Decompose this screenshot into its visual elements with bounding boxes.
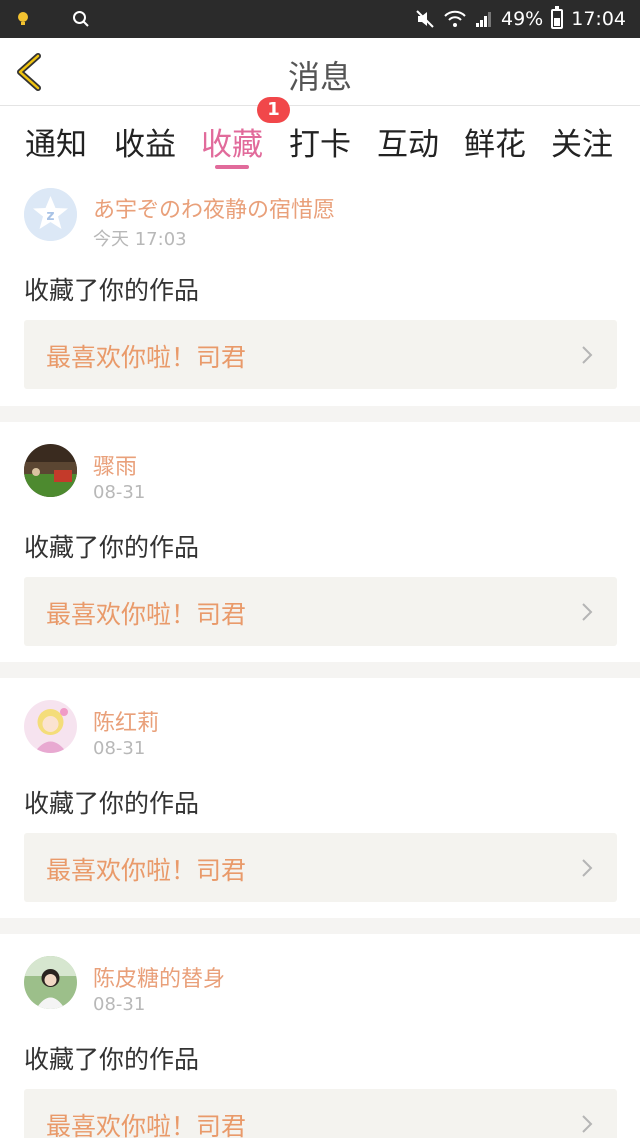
username[interactable]: 陈皮糖的替身 — [93, 961, 225, 993]
star-icon: z — [24, 188, 77, 241]
photo-avatar-image — [24, 956, 77, 1009]
tab-follow[interactable]: 关注 — [551, 119, 613, 164]
tab-earnings[interactable]: 收益 — [114, 119, 176, 164]
page-title: 消息 — [287, 58, 352, 96]
work-link[interactable]: 最喜欢你啦！司君 — [24, 320, 617, 389]
action-text: 收藏了你的作品 — [24, 1045, 200, 1074]
divider — [0, 662, 640, 678]
tab-bar: 通知 收益 收藏 打卡 互动 鲜花 关注 — [0, 107, 640, 175]
list-item: 陈皮糖的替身 08-31 收藏了你的作品 最喜欢你啦！司君 — [0, 934, 640, 1138]
work-link[interactable]: 最喜欢你啦！司君 — [24, 577, 617, 646]
chevron-right-icon — [582, 1115, 593, 1133]
work-title: 最喜欢你啦！司君 — [46, 856, 247, 885]
photo-avatar[interactable] — [24, 444, 77, 497]
list-item: 陈红莉 08-31 收藏了你的作品 最喜欢你啦！司君 — [0, 678, 640, 918]
list-item: z あ宇ぞのわ夜静の宿惜愿 今天 17:03 收藏了你的作品 最喜欢你啦！司君 — [0, 176, 640, 406]
work-link[interactable]: 最喜欢你啦！司君 — [24, 1089, 617, 1138]
action-text: 收藏了你的作品 — [24, 789, 200, 818]
photo-avatar[interactable] — [24, 956, 77, 1009]
chevron-right-icon — [582, 346, 593, 364]
wifi-icon — [444, 10, 466, 27]
anime-avatar-image — [24, 700, 77, 753]
work-title: 最喜欢你啦！司君 — [46, 1112, 247, 1138]
username[interactable]: 骤雨 — [93, 449, 137, 481]
mute-icon — [416, 10, 434, 28]
qq-default-avatar-icon[interactable]: z — [24, 188, 77, 241]
work-title: 最喜欢你啦！司君 — [46, 600, 247, 629]
tab-favorites[interactable]: 收藏 — [201, 119, 263, 164]
timestamp: 08-31 — [93, 738, 146, 759]
work-link[interactable]: 最喜欢你啦！司君 — [24, 833, 617, 902]
username[interactable]: あ宇ぞのわ夜静の宿惜愿 — [93, 192, 335, 224]
anime-avatar[interactable] — [24, 700, 77, 753]
action-text: 收藏了你的作品 — [24, 533, 200, 562]
tab-notifications[interactable]: 通知 — [25, 119, 87, 164]
clock: 17:04 — [571, 8, 626, 30]
divider — [0, 918, 640, 934]
tab-interaction[interactable]: 互动 — [377, 119, 439, 164]
divider — [0, 406, 640, 422]
active-tab-indicator — [215, 165, 249, 169]
tab-checkin[interactable]: 打卡 — [289, 119, 351, 164]
timestamp: 今天 17:03 — [93, 229, 187, 250]
search-icon — [73, 11, 89, 27]
timestamp: 08-31 — [93, 994, 146, 1015]
chevron-right-icon — [582, 859, 593, 877]
username[interactable]: 陈红莉 — [93, 705, 159, 737]
battery-icon — [551, 6, 564, 29]
work-title: 最喜欢你啦！司君 — [46, 343, 247, 372]
unread-badge: 1 — [257, 97, 290, 123]
notification-bulb-icon — [18, 12, 28, 25]
timestamp: 08-31 — [93, 482, 146, 503]
photo-avatar-image — [24, 444, 77, 497]
signal-icon — [476, 12, 491, 27]
status-bar: 49% 17:04 — [0, 0, 640, 38]
tab-flowers[interactable]: 鲜花 — [464, 119, 526, 164]
action-text: 收藏了你的作品 — [24, 276, 200, 305]
header: 消息 — [0, 38, 640, 106]
list-item: 骤雨 08-31 收藏了你的作品 最喜欢你啦！司君 — [0, 422, 640, 662]
battery-percent: 49% — [501, 8, 544, 30]
chevron-right-icon — [582, 603, 593, 621]
svg-text:z: z — [46, 208, 54, 224]
